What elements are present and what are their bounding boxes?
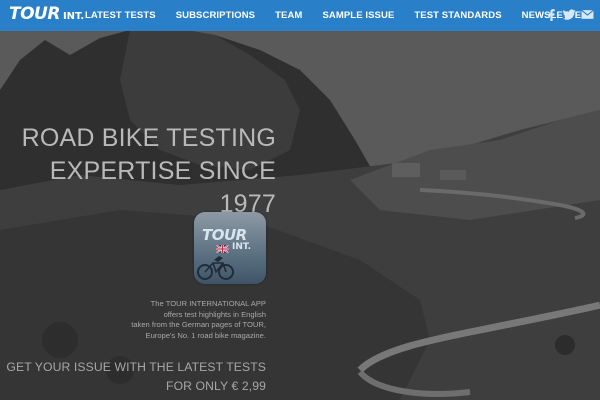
hero-headline: ROAD BIKE TESTING EXPERTISE SINCE 1977 — [0, 122, 276, 221]
tour-app-icon[interactable]: TOUR INT. — [194, 212, 266, 284]
menu-item-latest-tests[interactable]: LATEST TESTS — [85, 10, 156, 21]
app-icon-suffix: INT. — [232, 242, 252, 252]
call-to-action[interactable]: GET YOUR ISSUE WITH THE LATEST TESTS FOR… — [0, 358, 266, 395]
email-icon[interactable] — [581, 8, 594, 21]
logo-wordmark: TOUR — [9, 4, 60, 24]
cta-line-1: GET YOUR ISSUE WITH THE LATEST TESTS — [6, 360, 266, 374]
headline-line-1: ROAD BIKE TESTING — [21, 124, 276, 152]
app-description: The TOUR INTERNATIONAL APP offers test h… — [110, 299, 266, 341]
top-navigation-bar: TOUR INT. LATEST TESTS SUBSCRIPTIONS TEA… — [0, 0, 600, 31]
app-description-line-4: Europe's No. 1 road bike magazine. — [145, 330, 267, 340]
menu-item-team[interactable]: TEAM — [275, 10, 302, 21]
cyclist-icon — [197, 256, 234, 280]
social-links — [545, 8, 594, 21]
menu-item-test-standards[interactable]: TEST STANDARDS — [414, 10, 501, 21]
facebook-icon[interactable] — [545, 8, 558, 21]
app-description-line-1: The TOUR INTERNATIONAL APP — [150, 299, 266, 308]
menu-item-sample-issue[interactable]: SAMPLE ISSUE — [322, 10, 394, 21]
cta-line-2: FOR ONLY € 2,99 — [166, 378, 266, 393]
app-description-line-2: offers test highlights in English — [163, 309, 266, 319]
app-description-line-3: taken from the German pages of TOUR, — [131, 320, 266, 330]
twitter-icon[interactable] — [563, 8, 576, 21]
main-menu: LATEST TESTS SUBSCRIPTIONS TEAM SAMPLE I… — [75, 0, 598, 31]
menu-item-subscriptions[interactable]: SUBSCRIPTIONS — [176, 10, 255, 21]
tour-logo[interactable]: TOUR INT. — [9, 6, 84, 23]
